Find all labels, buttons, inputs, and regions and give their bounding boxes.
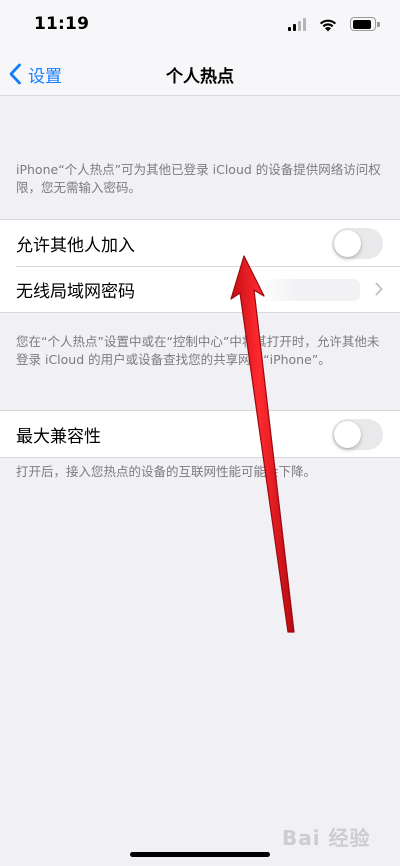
toggle-knob [334, 421, 361, 448]
allow-others-label: 允许其他人加入 [16, 235, 135, 256]
intro-note: iPhone“个人热点”可为其他已登录 iCloud 的设备提供网络访问权限，您… [16, 162, 381, 195]
watermark: Bai 经验 [282, 826, 371, 850]
max-compatibility-toggle[interactable] [332, 419, 383, 450]
password-value-obscured [260, 279, 360, 301]
wifi-icon [319, 19, 337, 32]
wifi-password-row[interactable]: 无线局域网密码 [0, 266, 400, 312]
page-title: 个人热点 [166, 67, 234, 87]
hotspot-settings-group: 允许其他人加入 无线局域网密码 [0, 219, 400, 313]
allow-others-row: 允许其他人加入 [0, 220, 400, 266]
allow-others-toggle[interactable] [332, 228, 383, 259]
wifi-password-label: 无线局域网密码 [16, 281, 135, 302]
navigation-bar: 设置 个人热点 [0, 52, 400, 96]
compatibility-group: 最大兼容性 [0, 410, 400, 458]
control-center-note: 您在“个人热点”设置中或在“控制中心”中将其打开时，允许其他未登录 iCloud… [16, 334, 380, 367]
max-compatibility-label: 最大兼容性 [16, 426, 101, 447]
toggle-knob [334, 230, 361, 257]
status-time: 11:19 [34, 14, 90, 34]
chevron-right-icon [375, 282, 383, 296]
status-bar: 11:19 [0, 0, 400, 52]
home-indicator[interactable] [130, 852, 270, 857]
battery-icon [350, 17, 380, 31]
cellular-signal-icon [288, 18, 308, 31]
max-compatibility-row: 最大兼容性 [0, 411, 400, 457]
compatibility-note: 打开后，接入您热点的设备的互联网性能可能会下降。 [16, 464, 317, 479]
